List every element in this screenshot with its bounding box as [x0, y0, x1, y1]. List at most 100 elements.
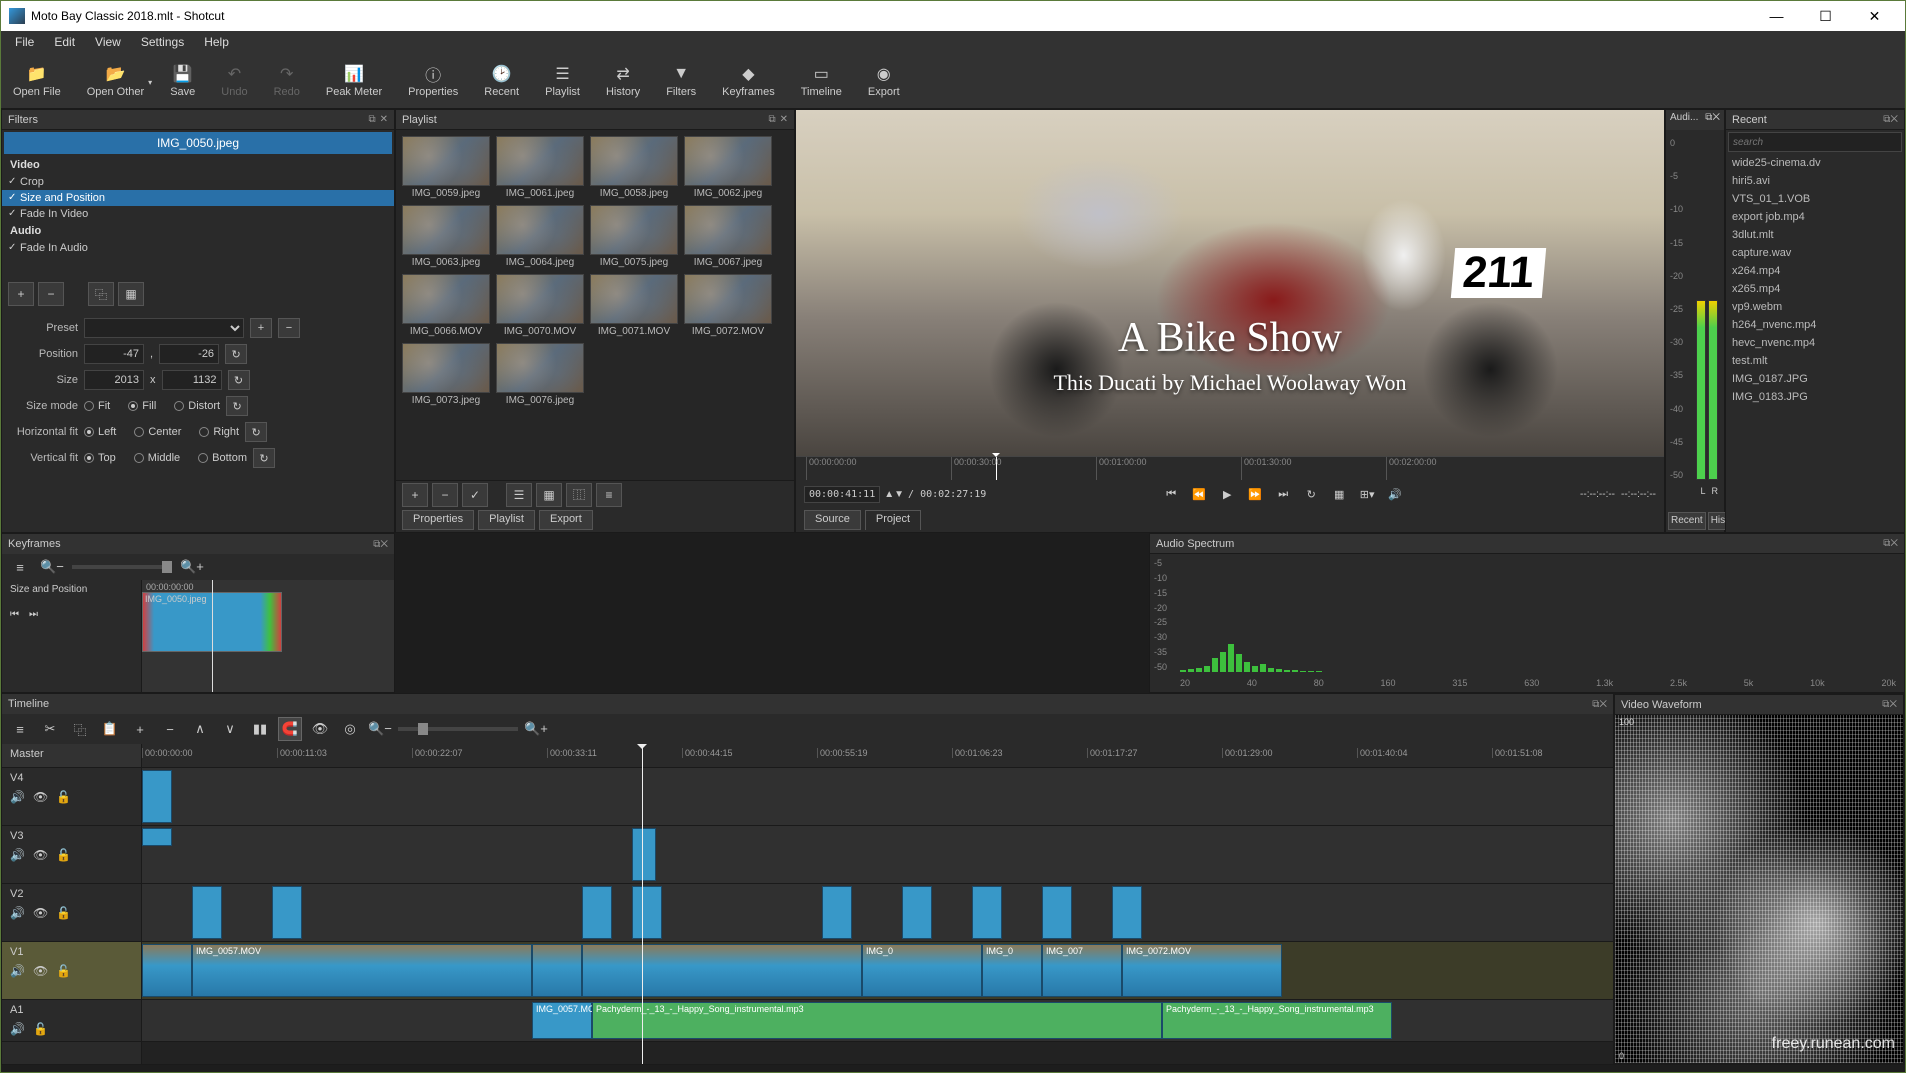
- recent-item[interactable]: IMG_0183.JPG: [1726, 388, 1904, 406]
- playlist-check-button[interactable]: ✓: [462, 483, 488, 507]
- toolbar-peak-meter[interactable]: 📊Peak Meter: [322, 62, 386, 100]
- toolbar-keyframes[interactable]: ◆Keyframes: [718, 62, 779, 100]
- maximize-button[interactable]: ☐: [1803, 2, 1848, 30]
- hfit-left[interactable]: Left: [84, 426, 116, 438]
- track-v1[interactable]: V1🔊👁🔓: [2, 942, 141, 1000]
- tab-recent[interactable]: Recent: [1668, 512, 1706, 530]
- playlist-grid[interactable]: IMG_0059.jpegIMG_0061.jpegIMG_0058.jpegI…: [396, 130, 794, 480]
- volume-button[interactable]: 🔊: [1386, 485, 1404, 503]
- toolbar-properties[interactable]: ⓘProperties: [404, 62, 462, 100]
- tab-project[interactable]: Project: [865, 510, 921, 530]
- tl-remove-button[interactable]: −: [158, 717, 182, 741]
- preview-scrubber[interactable]: 00:00:00:0000:00:30:0000:01:00:0000:01:3…: [796, 456, 1664, 480]
- toolbar-redo[interactable]: ↷Redo: [270, 62, 304, 100]
- preset-select[interactable]: [84, 318, 244, 338]
- playlist-item[interactable]: IMG_0062.jpeg: [684, 136, 772, 199]
- tab-properties[interactable]: Properties: [402, 510, 474, 530]
- recent-item[interactable]: hevc_nvenc.mp4: [1726, 334, 1904, 352]
- timeline-clip[interactable]: [822, 886, 852, 939]
- playlist-item[interactable]: IMG_0070.MOV: [496, 274, 584, 337]
- track-a1[interactable]: A1🔊🔓: [2, 1000, 141, 1042]
- vfit-reset-button[interactable]: ↻: [253, 448, 275, 468]
- close-panel-icon[interactable]: ⧉✕: [1883, 114, 1898, 125]
- toolbar-open-other[interactable]: 📂Open Other▾: [83, 62, 148, 100]
- timeline-playhead[interactable]: [642, 744, 643, 1064]
- copy-filter-button[interactable]: ⿻: [88, 282, 114, 306]
- track-row-v1[interactable]: IMG_0057.MOV IMG_0 IMG_0 IMG_007 IMG_007…: [142, 942, 1613, 1000]
- tl-cut-button[interactable]: ✂: [38, 717, 62, 741]
- mute-icon[interactable]: 🔊: [10, 906, 25, 920]
- size-reset-button[interactable]: ↻: [228, 370, 250, 390]
- filter-crop[interactable]: Crop: [2, 174, 394, 190]
- tl-ripple-button[interactable]: ◎: [338, 717, 362, 741]
- tl-lift-button[interactable]: ∧: [188, 717, 212, 741]
- timeline-clip[interactable]: IMG_0072.MOV: [1122, 944, 1282, 997]
- playlist-item[interactable]: IMG_0073.jpeg: [402, 343, 490, 406]
- track-row-v4[interactable]: [142, 768, 1613, 826]
- toolbar-open-file[interactable]: 📁Open File: [9, 62, 65, 100]
- preview-video[interactable]: 211 A Bike Show This Ducati by Michael W…: [796, 110, 1664, 456]
- timeline-clip[interactable]: [142, 944, 192, 997]
- minimize-button[interactable]: —: [1754, 2, 1799, 30]
- timeline-clip[interactable]: [142, 828, 172, 846]
- zoom-button[interactable]: ▦: [1330, 485, 1348, 503]
- recent-item[interactable]: 3dlut.mlt: [1726, 226, 1904, 244]
- recent-item[interactable]: capture.wav: [1726, 244, 1904, 262]
- kf-prev-button[interactable]: ⏮: [10, 609, 19, 620]
- track-v4[interactable]: V4🔊👁🔓: [2, 768, 141, 826]
- close-panel-icon[interactable]: ⧉✕: [373, 539, 388, 550]
- track-row-a1[interactable]: IMG_0057.MO Pachyderm_-_13_-_Happy_Song_…: [142, 1000, 1613, 1042]
- recent-item[interactable]: VTS_01_1.VOB: [1726, 190, 1904, 208]
- eye-icon[interactable]: 👁: [33, 790, 48, 804]
- playlist-view-icons-button[interactable]: ⿲: [566, 483, 592, 507]
- tl-zoom-in-button[interactable]: 🔍+: [524, 717, 548, 741]
- menu-view[interactable]: View: [87, 33, 129, 51]
- recent-item[interactable]: hiri5.avi: [1726, 172, 1904, 190]
- playlist-item[interactable]: IMG_0072.MOV: [684, 274, 772, 337]
- recent-item[interactable]: test.mlt: [1726, 352, 1904, 370]
- tab-source[interactable]: Source: [804, 510, 861, 530]
- recent-item[interactable]: x265.mp4: [1726, 280, 1904, 298]
- tl-snap-button[interactable]: 🧲: [278, 717, 302, 741]
- hfit-right[interactable]: Right: [199, 426, 239, 438]
- track-row-v3[interactable]: [142, 826, 1613, 884]
- kf-next-button[interactable]: ⏭: [29, 609, 38, 620]
- kf-zoom-slider[interactable]: [72, 565, 172, 569]
- tl-scrub-button[interactable]: 👁: [308, 717, 332, 741]
- preset-add-button[interactable]: +: [250, 318, 272, 338]
- playlist-item[interactable]: IMG_0061.jpeg: [496, 136, 584, 199]
- close-panel-icon[interactable]: ⧉✕: [1882, 699, 1897, 710]
- playlist-add-button[interactable]: +: [402, 483, 428, 507]
- sizemode-reset-button[interactable]: ↻: [226, 396, 248, 416]
- vfit-middle[interactable]: Middle: [134, 452, 180, 464]
- position-reset-button[interactable]: ↻: [225, 344, 247, 364]
- filter-fade-in-video[interactable]: Fade In Video: [2, 206, 394, 222]
- eye-icon[interactable]: 👁: [33, 964, 48, 978]
- playlist-item[interactable]: IMG_0067.jpeg: [684, 205, 772, 268]
- toolbar-filters[interactable]: ▼Filters: [662, 62, 700, 100]
- tab-playlist[interactable]: Playlist: [478, 510, 535, 530]
- playlist-view-tiles-button[interactable]: ▦: [536, 483, 562, 507]
- recent-item[interactable]: x264.mp4: [1726, 262, 1904, 280]
- eye-icon[interactable]: 👁: [33, 906, 48, 920]
- sizemode-distort[interactable]: Distort: [174, 400, 220, 412]
- menu-file[interactable]: File: [7, 33, 42, 51]
- forward-button[interactable]: ⏩: [1246, 485, 1264, 503]
- timeline-clip[interactable]: [582, 944, 862, 997]
- timeline-clip[interactable]: [192, 886, 222, 939]
- close-button[interactable]: ✕: [1852, 2, 1897, 30]
- toolbar-playlist[interactable]: ☰Playlist: [541, 62, 584, 100]
- menu-edit[interactable]: Edit: [46, 33, 83, 51]
- track-v3[interactable]: V3🔊👁🔓: [2, 826, 141, 884]
- position-y-input[interactable]: [159, 344, 219, 364]
- track-v2[interactable]: V2🔊👁🔓: [2, 884, 141, 942]
- timeline-clip[interactable]: [532, 944, 582, 997]
- playlist-item[interactable]: IMG_0075.jpeg: [590, 205, 678, 268]
- hfit-center[interactable]: Center: [134, 426, 181, 438]
- tl-zoom-out-button[interactable]: 🔍−: [368, 717, 392, 741]
- toolbar-export[interactable]: ◉Export: [864, 62, 904, 100]
- kf-track-content[interactable]: 00:00:00:00 IMG_0050.jpeg: [142, 580, 394, 692]
- preset-remove-button[interactable]: −: [278, 318, 300, 338]
- filter-size-position[interactable]: Size and Position: [2, 190, 394, 206]
- tl-paste-button[interactable]: 📋: [98, 717, 122, 741]
